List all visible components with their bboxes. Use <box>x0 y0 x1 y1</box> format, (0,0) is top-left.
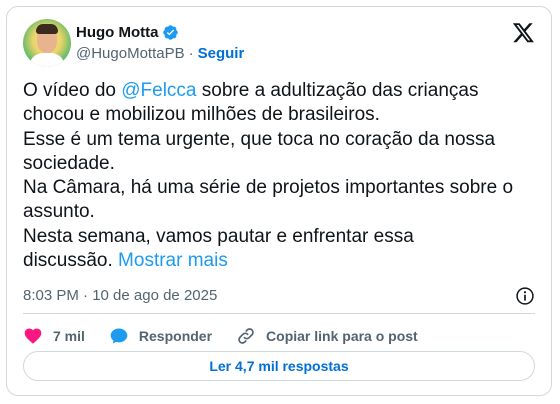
likes-count: 7 mil <box>53 328 85 344</box>
mention-link[interactable]: @Felcca <box>121 80 196 101</box>
show-more-link[interactable]: Mostrar mais <box>118 250 228 271</box>
link-icon <box>238 328 254 344</box>
avatar-hair <box>36 24 58 34</box>
copy-link-label: Copiar link para o post <box>266 328 418 344</box>
reply-label: Responder <box>138 328 213 344</box>
tweet-text-body: sobre a adultização das crianças chocou … <box>23 80 514 272</box>
reply-button[interactable]: Responder <box>109 326 212 346</box>
tweet-timestamp[interactable]: 8:03 PM · 10 de ago de 2025 <box>23 287 217 304</box>
author-name-row: Hugo Motta <box>76 24 179 41</box>
read-replies-button[interactable]: Ler 4,7 mil respostas <box>23 351 535 381</box>
author-name[interactable]: Hugo Motta <box>76 24 158 41</box>
tweet-text-start: O vídeo do <box>23 80 122 101</box>
info-icon[interactable] <box>515 286 535 306</box>
avatar[interactable] <box>23 19 71 67</box>
author-handle-row: @HugoMottaPB · Seguir <box>76 45 244 62</box>
follow-button[interactable]: Seguir <box>198 45 245 62</box>
like-button[interactable]: 7 mil <box>23 326 85 346</box>
verified-badge-icon <box>163 25 179 40</box>
avatar-shirt <box>29 53 65 67</box>
handle-separator: · <box>188 45 194 62</box>
tweet-text: O vídeo do @Felcca sobre a adultização d… <box>23 79 543 273</box>
action-bar: 7 mil Responder Copiar link para o post <box>23 320 442 352</box>
tweet-card: Hugo Motta @HugoMottaPB · Seguir O vídeo… <box>6 6 552 396</box>
reply-bubble-icon <box>110 328 128 344</box>
copy-link-button[interactable]: Copiar link para o post <box>236 326 418 346</box>
divider <box>23 313 535 314</box>
author-handle[interactable]: @HugoMottaPB <box>76 45 185 62</box>
heart-icon <box>24 328 42 344</box>
x-logo-icon[interactable] <box>512 21 535 44</box>
